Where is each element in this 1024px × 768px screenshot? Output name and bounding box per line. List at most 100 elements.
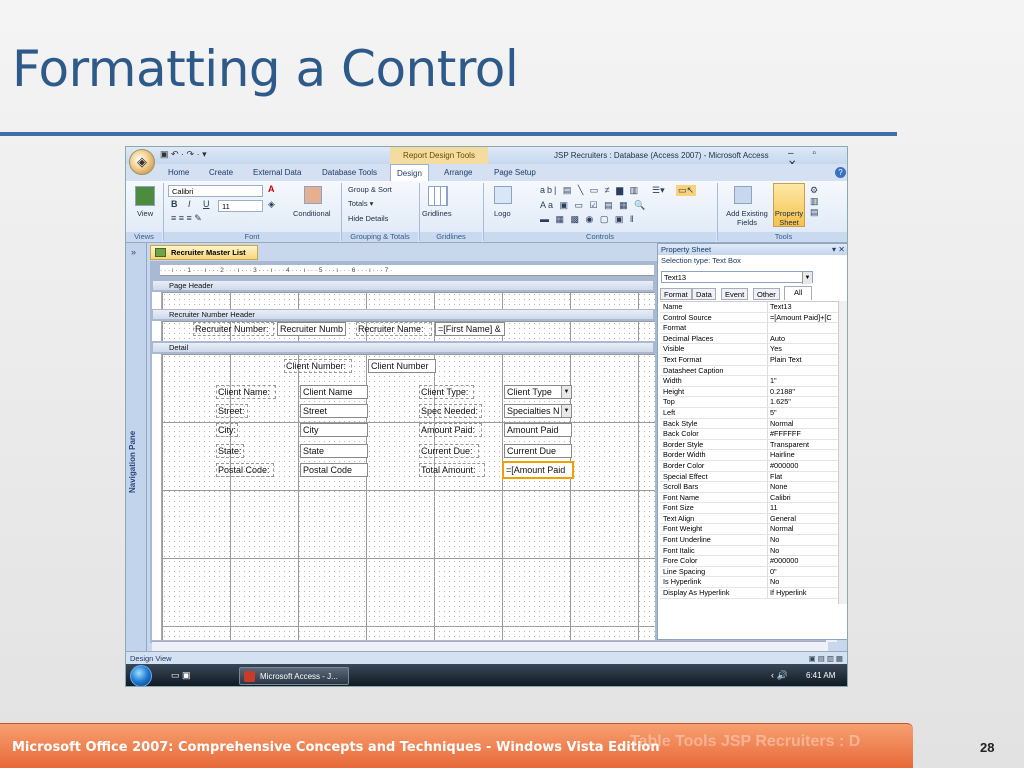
property-value[interactable]: 0.2188" (770, 387, 838, 397)
client-name-label[interactable]: Client Name: (216, 385, 276, 399)
property-sheet-close-icon[interactable]: ▾ ✕ (832, 244, 845, 255)
current-due-field[interactable]: Current Due (504, 444, 572, 458)
property-row[interactable]: Display As Hyperlink If Hyperlink (660, 588, 838, 599)
font-name-combo[interactable]: Calibri (168, 185, 263, 197)
underline-icon[interactable]: U (203, 199, 210, 209)
tray-icons[interactable]: ‹ 🔊 (771, 670, 788, 681)
current-due-label[interactable]: Current Due: (419, 444, 479, 458)
property-row[interactable]: Scroll Bars None (660, 482, 838, 493)
tab-database-tools[interactable]: Database Tools (322, 164, 377, 181)
property-value[interactable] (770, 323, 838, 333)
property-value[interactable] (770, 366, 838, 376)
property-value[interactable]: 0" (770, 567, 838, 577)
office-button-icon[interactable]: ◈ (129, 149, 155, 175)
logo-button[interactable]: Logo (494, 209, 511, 218)
ps-tab-event[interactable]: Event (721, 288, 749, 300)
postal-code-label[interactable]: Postal Code: (216, 463, 274, 477)
horizontal-scrollbar[interactable] (152, 641, 828, 651)
align-icons[interactable]: ≡ ≡ ≡ ✎ (171, 213, 202, 224)
property-value[interactable]: Hairline (770, 450, 838, 460)
property-value[interactable]: #FFFFFF (770, 429, 838, 439)
street-label[interactable]: Street: (216, 404, 248, 418)
add-existing-fields-icon[interactable] (734, 186, 752, 204)
total-amount-label[interactable]: Total Amount: (419, 463, 485, 477)
state-field[interactable]: State (300, 444, 368, 458)
gridlines-icon[interactable] (428, 186, 448, 206)
property-row[interactable]: Visible Yes (660, 344, 838, 355)
page-header-bar[interactable]: Page Header (152, 280, 654, 291)
property-value[interactable]: Plain Text (770, 355, 838, 365)
specialties-combo[interactable]: Specialties N ▼ (504, 404, 572, 418)
group-header-bar[interactable]: Recruiter Number Header (152, 309, 654, 320)
object-selector[interactable]: Text13 ▼ (661, 271, 813, 284)
property-value[interactable]: Flat (770, 472, 838, 482)
recruiter-name-label[interactable]: Recruiter Name: (356, 322, 432, 336)
specialties-dropdown-icon[interactable]: ▼ (561, 405, 571, 417)
client-type-combo[interactable]: Client Type ▼ (504, 385, 572, 399)
taskbar-access-button[interactable]: Microsoft Access - J... (239, 667, 349, 685)
property-row[interactable]: Border Width Hairline (660, 450, 838, 461)
recruiter-name-field[interactable]: =[First Name] & (435, 322, 505, 336)
add-existing-fields-button[interactable]: Add Existing Fields (724, 209, 770, 227)
property-value[interactable]: If Hyperlink (770, 588, 838, 598)
logo-icon[interactable] (494, 186, 512, 204)
property-row[interactable]: Font Weight Normal (660, 524, 838, 536)
tab-home[interactable]: Home (168, 164, 189, 181)
fill-color-icon[interactable]: ◈ (268, 199, 275, 210)
navigation-pane-label[interactable]: Navigation Pane (128, 431, 137, 493)
property-value[interactable]: Yes (770, 344, 838, 354)
nav-collapse-icon[interactable]: » (131, 247, 136, 257)
property-row[interactable]: Line Spacing 0" (660, 566, 838, 578)
property-scrollbar[interactable] (838, 301, 847, 604)
property-value[interactable]: No (770, 535, 838, 545)
select-icon[interactable]: ▭↖ (676, 185, 697, 196)
controls-row-3-icons[interactable]: ▬ ▦ ▩ ◉ ▢ ▣ ‖ (540, 214, 636, 225)
property-value[interactable]: 11 (770, 503, 838, 513)
property-value[interactable]: General (770, 514, 838, 524)
property-row[interactable]: Font Underline No (660, 535, 838, 546)
property-row[interactable]: Border Style Transparent (660, 439, 838, 451)
group-sort-button[interactable]: Group & Sort (348, 185, 392, 194)
controls-row-1-icons[interactable]: ab| ▤ ╲ ▭ ≠ ▆ ▥ (540, 185, 640, 196)
tab-page-setup[interactable]: Page Setup (494, 164, 536, 181)
property-row[interactable]: Control Source =[Amount Paid]+[C (660, 312, 838, 324)
property-value[interactable]: No (770, 577, 838, 587)
object-selector-dropdown-icon[interactable]: ▼ (802, 272, 812, 284)
property-row[interactable]: Back Style Normal (660, 418, 838, 430)
help-icon[interactable]: ? (835, 167, 846, 178)
property-row[interactable]: Top 1.625" (660, 397, 838, 408)
quick-access-toolbar[interactable]: ▣ ↶ · ↷ · ▾ (160, 149, 207, 160)
property-row[interactable]: Left 5" (660, 407, 838, 419)
client-number-field[interactable]: Client Number (368, 359, 436, 373)
property-value[interactable]: None (770, 482, 838, 492)
property-value[interactable]: Auto (770, 334, 838, 344)
bold-icon[interactable]: B (171, 199, 178, 209)
property-row[interactable]: Decimal Places Auto (660, 333, 838, 345)
property-row[interactable]: Name Text13 (660, 302, 838, 313)
amount-paid-field[interactable]: Amount Paid (504, 423, 572, 437)
street-field[interactable]: Street (300, 404, 368, 418)
recruiter-number-label[interactable]: Recruiter Number: (193, 322, 274, 336)
tab-create[interactable]: Create (209, 164, 233, 181)
controls-row-2-icons[interactable]: Aa ▣ ▭ ☑ ▤ ▦ 🔍 (540, 200, 647, 211)
page-header-section[interactable] (162, 292, 655, 309)
property-row[interactable]: Fore Color #000000 (660, 556, 838, 567)
client-number-label[interactable]: Client Number: (284, 359, 352, 373)
city-label[interactable]: City: (216, 423, 238, 437)
property-row[interactable]: Datasheet Caption (660, 365, 838, 377)
amount-paid-label[interactable]: Amount Paid: (419, 423, 482, 437)
property-sheet-button[interactable]: Property Sheet (773, 209, 805, 227)
ps-tab-data[interactable]: Data (692, 288, 716, 300)
quick-launch-icons[interactable]: ▭ ▣ (171, 670, 191, 681)
view-button[interactable]: View (137, 209, 153, 218)
property-row[interactable]: Text Align General (660, 513, 838, 525)
ps-tab-all[interactable]: All (784, 286, 813, 300)
property-row[interactable]: Is Hyperlink No (660, 577, 838, 589)
tab-arrange[interactable]: Arrange (444, 164, 472, 181)
line-thickness-icon[interactable]: ☰▾ (652, 185, 665, 196)
property-row[interactable]: Format (660, 323, 838, 334)
ps-tab-other[interactable]: Other (753, 288, 780, 300)
hide-details-button[interactable]: Hide Details (348, 214, 388, 223)
property-value[interactable]: #000000 (770, 556, 838, 566)
property-value[interactable]: #000000 (770, 461, 838, 471)
